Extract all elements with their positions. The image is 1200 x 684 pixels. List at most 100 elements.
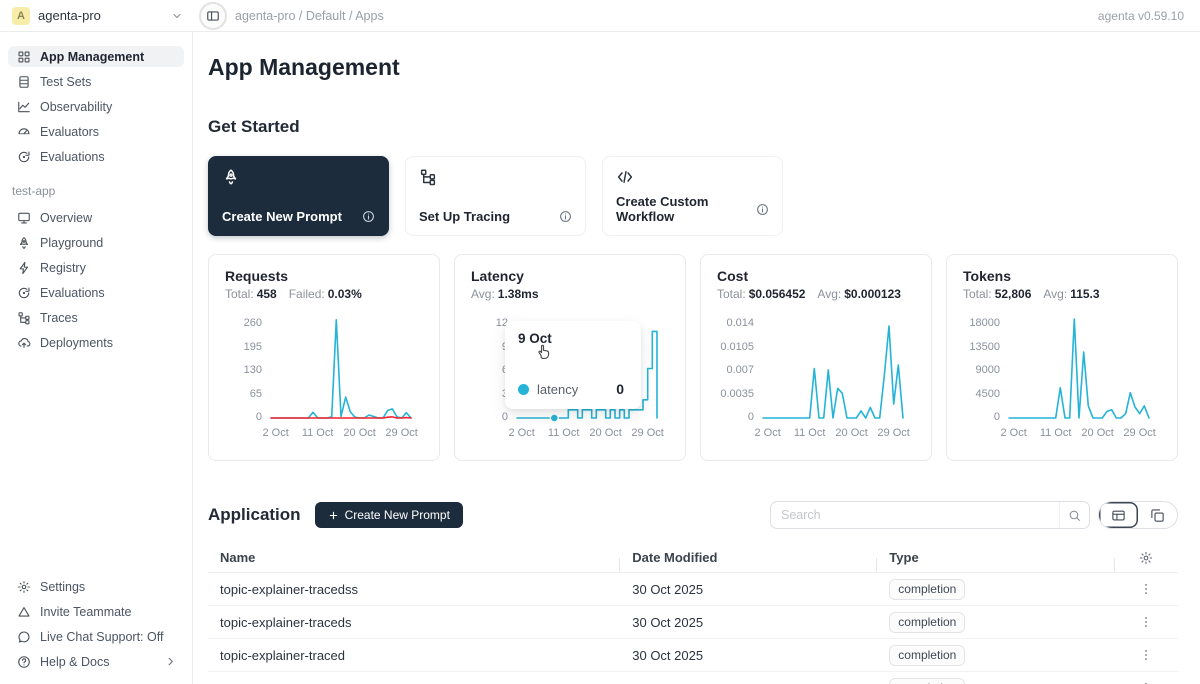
metrics-charts: Requests Total:458Failed:0.03% 260195130… <box>208 254 1178 461</box>
get-started-card[interactable]: Create New Prompt <box>208 156 389 236</box>
stat-label: Total: <box>717 287 746 301</box>
chart-tooltip: 9 Oct latency 0 <box>505 321 641 409</box>
workspace-switcher[interactable]: A agenta-pro <box>0 7 193 25</box>
sidebar-item[interactable]: Observability <box>8 96 184 117</box>
info-icon[interactable] <box>559 210 572 223</box>
create-new-prompt-button[interactable]: Create New Prompt <box>315 502 463 528</box>
plot-area: 2 Oct11 Oct20 Oct29 Oct <box>1009 315 1149 441</box>
sidebar-group-label: test-app <box>12 184 176 198</box>
sidebar-item[interactable]: Test Sets <box>8 71 184 92</box>
sidebar: App Management Test Sets Observability E… <box>0 32 193 684</box>
row-menu-button[interactable] <box>1139 582 1153 596</box>
app-name-cell: topic-explainer-tracedss <box>208 582 620 597</box>
x-tick: 2 Oct <box>1000 427 1026 439</box>
y-tick: 195 <box>244 342 262 352</box>
mouse-cursor-icon <box>533 341 554 367</box>
get-started-card-label: Create New Prompt <box>222 209 342 224</box>
table-row[interactable]: topic-explainer-tracedss 30 Oct 2025 com… <box>208 573 1178 606</box>
table-row[interactable]: topic-explainer-traceds 30 Oct 2025 comp… <box>208 606 1178 639</box>
sidebar-item[interactable]: Evaluations <box>8 146 184 167</box>
sidebar-item-label: Deployments <box>40 336 113 350</box>
sidebar-toggle-icon <box>206 9 220 23</box>
stat-label: Avg: <box>471 287 495 301</box>
application-heading: Application <box>208 505 301 525</box>
main-content: App Management Get Started Create New Pr… <box>193 32 1200 684</box>
info-icon[interactable] <box>756 203 769 216</box>
table-view-button[interactable] <box>1099 502 1138 528</box>
table-row[interactable]: topic-explainer-traced 30 Oct 2025 compl… <box>208 639 1178 672</box>
x-axis-labels: 2 Oct11 Oct20 Oct29 Oct <box>517 427 657 441</box>
row-menu-button[interactable] <box>1139 648 1153 662</box>
sidebar-item[interactable]: Invite Teammate <box>8 601 184 622</box>
table-settings-gear-icon[interactable] <box>1139 551 1153 565</box>
stat-value: 115.3 <box>1070 287 1099 301</box>
row-menu-button[interactable] <box>1139 615 1153 629</box>
stat: Avg:1.38ms <box>471 287 539 301</box>
card-view-button[interactable] <box>1138 502 1177 528</box>
sidebar-item[interactable]: Traces <box>8 307 184 328</box>
get-started-card[interactable]: Create Custom Workflow <box>602 156 783 236</box>
sidebar-item[interactable]: Help & Docs <box>8 651 184 672</box>
sidebar-item-label: Live Chat Support: Off <box>40 630 163 644</box>
y-tick: 0 <box>256 412 262 422</box>
y-tick: 0 <box>502 412 508 422</box>
chevron-right-icon <box>165 656 176 667</box>
sidebar-item[interactable]: App Management <box>8 46 184 67</box>
sidebar-item[interactable]: Deployments <box>8 332 184 353</box>
x-tick: 29 Oct <box>631 427 663 439</box>
sidebar-item-label: Test Sets <box>40 75 91 89</box>
get-started-card[interactable]: Set Up Tracing <box>405 156 586 236</box>
x-tick: 20 Oct <box>589 427 621 439</box>
stat: Total:52,806 <box>963 287 1031 301</box>
sidebar-item-label: Evaluators <box>40 125 99 139</box>
sidebar-item[interactable]: Playground <box>8 232 184 253</box>
app-name-cell: topic-explainer-traceds <box>208 615 620 630</box>
stat-value: 458 <box>257 287 277 301</box>
sidebar-item-label: Observability <box>40 100 112 114</box>
requests-chart: 2601951306502 Oct11 Oct20 Oct29 Oct <box>225 315 423 441</box>
chart-title: Tokens <box>963 268 1161 284</box>
sidebar-item[interactable]: Overview <box>8 207 184 228</box>
stat: Total:$0.056452 <box>717 287 805 301</box>
x-tick: 20 Oct <box>1081 427 1113 439</box>
sidebar-item[interactable]: Registry <box>8 257 184 278</box>
sidebar-item[interactable]: Evaluations <box>8 282 184 303</box>
sidebar-item-label: Overview <box>40 211 92 225</box>
page-title: App Management <box>208 54 1178 81</box>
x-tick: 11 Oct <box>302 427 334 439</box>
stat-label: Avg: <box>1043 287 1067 301</box>
stat-value: $0.000123 <box>844 287 901 301</box>
x-tick: 2 Oct <box>754 427 780 439</box>
sidebar-item[interactable]: Live Chat Support: Off <box>8 626 184 647</box>
search-input[interactable] <box>771 508 1059 522</box>
stat-label: Avg: <box>817 287 841 301</box>
plus-icon <box>328 510 339 521</box>
search-icon[interactable] <box>1059 502 1089 528</box>
x-tick: 2 Oct <box>262 427 288 439</box>
table-body: topic-explainer-tracedss 30 Oct 2025 com… <box>208 573 1178 684</box>
y-tick: 18000 <box>969 318 1000 328</box>
breadcrumb[interactable]: agenta-pro / Default / Apps <box>235 9 384 23</box>
y-axis-labels: 0.0140.01050.0070.00350 <box>717 315 763 419</box>
sidebar-item-label: Traces <box>40 311 78 325</box>
evaluators-icon <box>16 124 31 139</box>
y-tick: 13500 <box>969 342 1000 352</box>
chart-title: Requests <box>225 268 423 284</box>
column-header-date-modified: Date Modified <box>620 550 877 565</box>
sidebar-item-label: Evaluations <box>40 150 105 164</box>
x-tick: 11 Oct <box>794 427 826 439</box>
card-view-icon <box>1150 508 1165 523</box>
table-row[interactable]: career-assessment 27 Oct 2025 completion <box>208 672 1178 684</box>
sidebar-item[interactable]: Evaluators <box>8 121 184 142</box>
chart-stats: Total:$0.056452 Avg:$0.000123 <box>717 287 915 301</box>
sidebar-toggle-button[interactable] <box>199 2 227 30</box>
sidebar-item-label: Registry <box>40 261 86 275</box>
get-started-card-label: Set Up Tracing <box>419 209 510 224</box>
sidebar-item-label: Evaluations <box>40 286 105 300</box>
sidebar-item[interactable]: Settings <box>8 576 184 597</box>
y-tick: 9000 <box>976 365 1000 375</box>
info-icon[interactable] <box>362 210 375 223</box>
table-header: Name Date Modified Type <box>208 543 1178 573</box>
sidebar-item-label: App Management <box>40 50 144 64</box>
y-axis-labels: 1800013500900045000 <box>963 315 1009 419</box>
